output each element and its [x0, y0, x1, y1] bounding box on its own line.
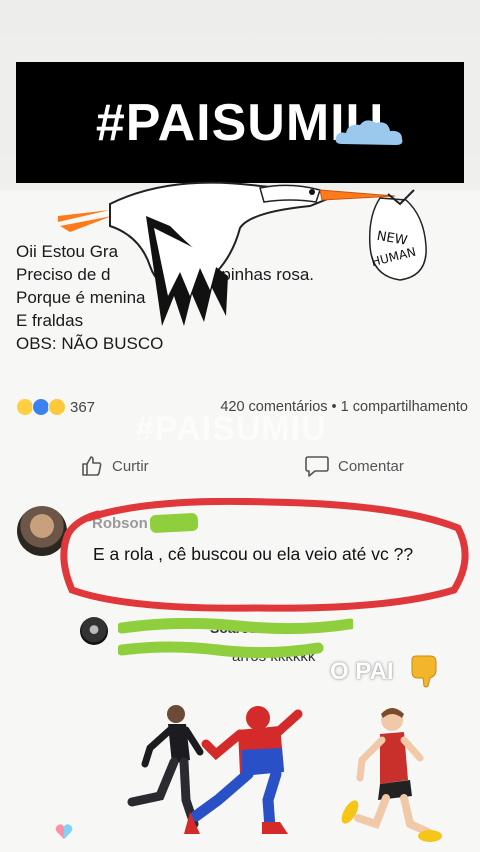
reply-avatar[interactable]	[80, 617, 108, 645]
shares-count: 1 compartilhamento	[340, 399, 468, 415]
red-highlight-circle	[60, 498, 469, 612]
runner-red-shirt-icon	[341, 708, 442, 842]
green-scribble-redaction	[118, 618, 353, 659]
post-actions: Curtir Comentar	[0, 448, 480, 482]
stork-sticker: NEW HUMAN	[58, 181, 427, 326]
overlay-caption: O PAI	[330, 658, 394, 685]
heart-icon	[55, 824, 73, 839]
comment-bubble-icon	[305, 456, 329, 477]
spider-man-icon	[184, 706, 303, 834]
thumbs-up-icon	[82, 456, 102, 476]
watermark-text: #PAISUMIU	[135, 410, 327, 448]
like-button[interactable]: Curtir	[80, 454, 149, 478]
like-label: Curtir	[112, 457, 149, 475]
running-man-icon	[127, 705, 204, 829]
pointing-down-icon	[411, 655, 437, 688]
reactions-count[interactable]: 367	[70, 399, 95, 416]
comment-button[interactable]: Comentar	[304, 454, 404, 478]
wow-emoji-icon	[48, 398, 66, 416]
comment-label: Comentar	[338, 457, 404, 475]
cloud-icon	[335, 120, 403, 145]
reaction-emojis[interactable]	[16, 398, 66, 416]
